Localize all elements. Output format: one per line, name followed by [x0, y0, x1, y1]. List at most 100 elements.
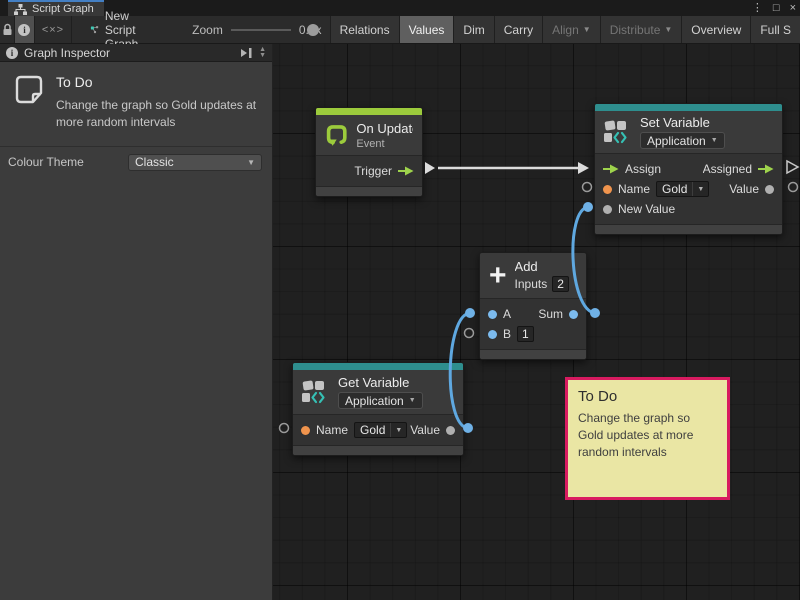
value-output-port[interactable]: [446, 426, 455, 435]
node-footer: [480, 349, 586, 359]
zoom-slider[interactable]: [231, 16, 291, 43]
script-graph-window: Script Graph ⋮ □ × i <×> New Scrip: [0, 0, 800, 600]
assign-input-port[interactable]: [603, 164, 619, 174]
assigned-port-label: Assigned: [703, 162, 752, 176]
node-title: Get Variable: [338, 375, 423, 390]
add-b-external-port[interactable]: [465, 329, 474, 338]
variable-kind-dropdown[interactable]: Application ▼: [640, 132, 725, 149]
distribute-button[interactable]: Distribute ▼: [601, 16, 683, 43]
graph-inspector-title: Graph Inspector: [24, 46, 233, 60]
inspector-toggle-button[interactable]: i: [15, 16, 34, 43]
chevron-down-icon: ▼: [390, 423, 406, 437]
node-footer: [595, 224, 782, 234]
tab-script-graph[interactable]: Script Graph: [8, 0, 104, 16]
add-sum-external-port[interactable]: [590, 308, 600, 318]
node-title: On Update: [356, 121, 413, 136]
a-input-port[interactable]: [488, 310, 497, 319]
flow-wire-arrowhead: [578, 162, 589, 174]
node-on-update[interactable]: On Update Event Trigger: [315, 107, 423, 197]
node-add[interactable]: + Add Inputs 2 A Sum: [479, 252, 587, 360]
values-button[interactable]: Values: [400, 16, 455, 43]
lock-icon: [2, 23, 13, 36]
inspector-note-body: Change the graph so Gold updates at more…: [56, 97, 262, 132]
lock-button[interactable]: [0, 16, 15, 43]
inspector-note-title: To Do: [56, 74, 262, 90]
get-value-external-port[interactable]: [463, 423, 473, 433]
sticky-note-icon: [14, 74, 44, 106]
value-port-label: Value: [729, 182, 759, 196]
sticky-note[interactable]: To Do Change the graph so Gold updates a…: [565, 377, 730, 500]
spinner-down-icon[interactable]: ▼: [259, 53, 266, 59]
chevron-down-icon: ▼: [664, 25, 672, 34]
gold-variable-dropdown[interactable]: Gold ▼: [354, 422, 407, 438]
add-icon: +: [489, 263, 507, 289]
zoom-slider-handle[interactable]: [307, 24, 319, 36]
trigger-port-label: Trigger: [354, 164, 392, 178]
trigger-external-port[interactable]: [425, 162, 435, 174]
tab-title: Script Graph: [32, 3, 94, 15]
value-output-port[interactable]: [765, 185, 774, 194]
name-input-port[interactable]: [301, 426, 310, 435]
colour-theme-row: Colour Theme Classic ▼: [0, 147, 272, 178]
node-title: Add: [515, 259, 538, 274]
panel-spinner[interactable]: ▲ ▼: [259, 47, 266, 59]
name-input-port[interactable]: [603, 185, 612, 194]
new-script-graph-button[interactable]: New Script Graph: [82, 16, 170, 43]
set-name-external-port[interactable]: [583, 183, 592, 192]
assigned-output-port[interactable]: [758, 164, 774, 174]
variables-icon: [302, 379, 330, 405]
value-port-label: Value: [410, 423, 440, 437]
sticky-note-body: Change the graph so Gold updates at more…: [578, 410, 717, 460]
sticky-note-title: To Do: [578, 388, 717, 405]
a-port-label: A: [503, 307, 511, 321]
add-a-external-port[interactable]: [465, 308, 475, 318]
window-menu-icon[interactable]: ⋮: [752, 0, 763, 16]
b-port-label: B: [503, 327, 511, 341]
set-value-external-port[interactable]: [789, 183, 798, 192]
graph-canvas[interactable]: To Do Change the graph so Gold updates a…: [273, 44, 800, 600]
variables-icon: [604, 119, 632, 145]
relations-button[interactable]: Relations: [331, 16, 400, 43]
graph-icon: [14, 4, 27, 15]
toolbar-button-group: Relations Values Dim Carry Align ▼ Distr…: [330, 16, 800, 43]
full-screen-button[interactable]: Full S: [751, 16, 800, 43]
node-title: Set Variable: [640, 115, 725, 130]
variables-button[interactable]: <×>: [35, 16, 73, 43]
graph-inspector-header: i Graph Inspector ▲ ▼: [0, 44, 272, 62]
variable-kind-dropdown[interactable]: Application ▼: [338, 392, 423, 409]
info-icon: i: [18, 24, 30, 36]
b-value-field[interactable]: 1: [517, 326, 534, 342]
new-value-port-label: New Value: [618, 202, 675, 216]
b-input-port[interactable]: [488, 330, 497, 339]
inputs-count-field[interactable]: 2: [552, 276, 569, 292]
get-name-external-port[interactable]: [280, 424, 289, 433]
chevron-down-icon: ▼: [692, 182, 708, 196]
assign-port-label: Assign: [625, 162, 661, 176]
node-color-bar: [316, 108, 422, 115]
set-new-value-external-port[interactable]: [583, 202, 593, 212]
zoom-slider-track[interactable]: [231, 29, 291, 31]
sum-output-port[interactable]: [569, 310, 578, 319]
panel-expand-icon[interactable]: [239, 47, 253, 59]
trigger-output-port[interactable]: [398, 166, 414, 176]
node-set-variable[interactable]: Set Variable Application ▼ Assign: [594, 103, 783, 235]
node-get-variable[interactable]: Get Variable Application ▼ Name Gold ▼: [292, 362, 464, 456]
script-graph-icon: [90, 23, 98, 36]
chevron-down-icon: ▼: [583, 25, 591, 34]
dim-button[interactable]: Dim: [454, 16, 494, 43]
node-color-bar: [595, 104, 782, 111]
node-subtitle: Event: [356, 138, 413, 150]
window-maximize-icon[interactable]: □: [773, 0, 780, 16]
node-footer: [293, 445, 463, 455]
chevron-down-icon: ▼: [711, 137, 718, 144]
window-close-icon[interactable]: ×: [790, 0, 796, 16]
assigned-external-port[interactable]: [787, 161, 798, 173]
overview-button[interactable]: Overview: [682, 16, 751, 43]
new-value-input-port[interactable]: [603, 205, 612, 214]
chevron-down-icon: ▼: [247, 158, 255, 167]
on-update-icon: [325, 122, 348, 148]
gold-variable-dropdown[interactable]: Gold ▼: [656, 181, 709, 197]
align-button[interactable]: Align ▼: [543, 16, 601, 43]
carry-button[interactable]: Carry: [495, 16, 543, 43]
colour-theme-select[interactable]: Classic ▼: [128, 154, 262, 171]
